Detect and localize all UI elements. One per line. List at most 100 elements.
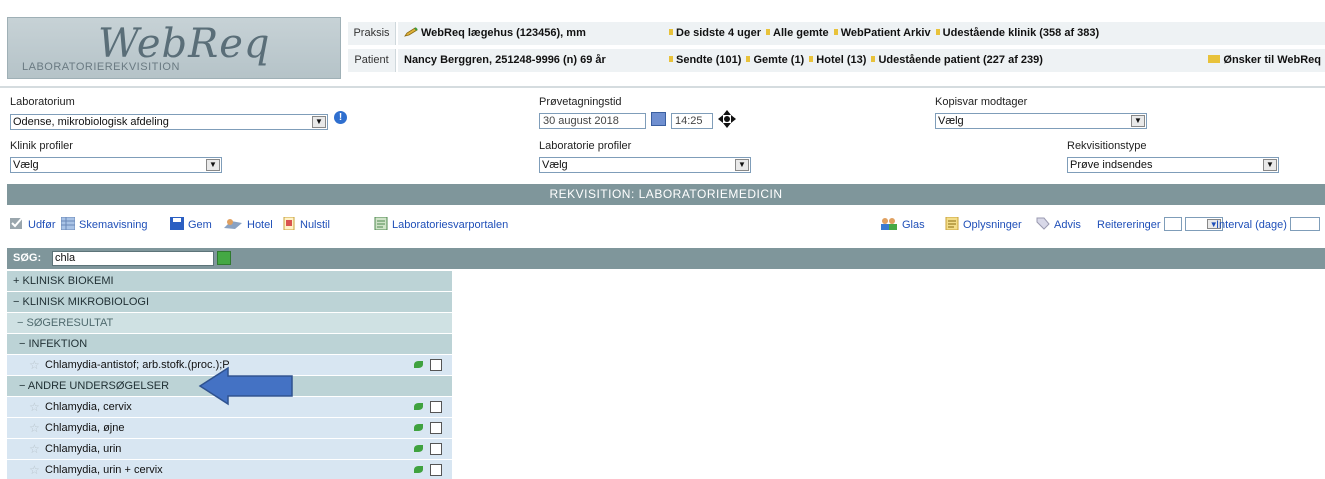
laboratorium-label: Laboratorium	[10, 96, 75, 108]
praksis-text: WebReq lægehus (123456), mm	[421, 27, 586, 39]
information-button[interactable]: Oplysninger	[945, 217, 1022, 231]
link-sent[interactable]: Sendte (101)	[676, 54, 741, 66]
list-item[interactable]: ☆ Chlamydia, urin	[7, 439, 452, 459]
list-item[interactable]: ☆ Chlamydia, urin + cervix	[7, 460, 452, 479]
patient-row: Patient Nancy Berggren, 251248-9996 (n) …	[348, 49, 1325, 72]
analysis-checkbox[interactable]	[430, 359, 442, 371]
interval-control: Interval (dage)	[1216, 217, 1320, 231]
chevron-down-icon: ▼	[1131, 115, 1145, 127]
kopisvar-value: Vælg	[938, 115, 964, 127]
klinik-profiler-select[interactable]: Vælg ▼	[10, 157, 222, 173]
glass-button[interactable]: Glas	[880, 217, 925, 231]
leaf-icon	[414, 466, 423, 473]
analysis-label: Chlamydia, cervix	[45, 401, 132, 413]
leaf-icon	[414, 361, 423, 368]
save-button[interactable]: Gem	[170, 217, 212, 231]
tree-node-search-result[interactable]: − SØGERESULTAT	[7, 313, 452, 333]
schema-view-button[interactable]: Skemavisning	[61, 217, 147, 231]
hotel-label: Hotel	[247, 219, 273, 231]
laboratorium-select[interactable]: Odense, mikrobiologisk afdeling ▼	[10, 114, 328, 130]
envelope-icon	[1208, 55, 1221, 63]
portal-icon	[374, 217, 388, 230]
time-adjust-icon[interactable]	[718, 110, 736, 128]
analysis-label: Chlamydia, urin + cervix	[45, 464, 163, 476]
wishes-link[interactable]: Ønsker til WebReq	[1208, 49, 1325, 72]
link-last-4-weeks[interactable]: De sidste 4 uger	[676, 27, 761, 39]
reset-button[interactable]: Nulstil	[282, 217, 330, 231]
laboratorium-value: Odense, mikrobiologisk afdeling	[13, 116, 169, 128]
toolbar: Udfør Skemavisning Gem Hotel Nulstil Lab…	[0, 207, 1325, 240]
laboratorie-profiler-select[interactable]: Vælg ▼	[539, 157, 751, 173]
link-outstanding-patient[interactable]: Udestående patient (227 af 239)	[878, 54, 1042, 66]
link-outstanding-clinic[interactable]: Udestående klinik (358 af 383)	[943, 27, 1100, 39]
link-all-saved[interactable]: Alle gemte	[773, 27, 829, 39]
annotation-arrow-icon	[198, 366, 293, 406]
checkmark-icon	[10, 217, 23, 229]
links-row-1: De sidste 4 uger Alle gemte WebPatient A…	[661, 22, 1325, 45]
save-label: Gem	[188, 219, 212, 231]
analysis-label: Chlamydia, urin	[45, 443, 122, 455]
link-hotel[interactable]: Hotel (13)	[816, 54, 866, 66]
advis-button[interactable]: Advis	[1036, 217, 1081, 231]
link-webpatient-archive[interactable]: WebPatient Arkiv	[841, 27, 931, 39]
info-icon[interactable]: !	[334, 111, 347, 124]
time-field[interactable]: 14:25	[671, 113, 713, 129]
wishes-label: Ønsker til WebReq	[1223, 54, 1321, 66]
tree-node-klinisk-biokemi[interactable]: + KLINISK BIOKEMI	[7, 271, 452, 291]
reiterations-input[interactable]	[1163, 217, 1182, 231]
praksis-value[interactable]: WebReq lægehus (123456), mm	[398, 22, 706, 45]
lab-answer-portal-link[interactable]: Laboratoriesvarportalen	[374, 217, 508, 231]
requisition-form: Laboratorium Odense, mikrobiologisk afde…	[0, 90, 1325, 183]
patient-value[interactable]: Nancy Berggren, 251248-9996 (n) 69 år	[398, 49, 706, 72]
star-icon[interactable]: ☆	[29, 401, 41, 413]
requisition-title: REKVISITION: LABORATORIEMEDICIN	[7, 184, 1325, 205]
bullet-icon	[669, 29, 673, 35]
date-field[interactable]: 30 august 2018	[539, 113, 646, 129]
chevron-down-icon: ▼	[1263, 159, 1277, 171]
klinik-profiler-value: Vælg	[13, 159, 39, 171]
praksis-label: Praksis	[348, 22, 396, 45]
rekvisitionstype-select[interactable]: Prøve indsendes ▼	[1067, 157, 1279, 173]
interval-input[interactable]	[1290, 217, 1320, 231]
praksis-row: Praksis WebReq lægehus (123456), mm De s…	[348, 22, 1325, 45]
glass-people-icon	[881, 218, 897, 230]
hotel-button[interactable]: Hotel	[223, 217, 273, 231]
chevron-down-icon: ▼	[735, 159, 749, 171]
leaf-icon	[414, 403, 423, 410]
floppy-disk-icon	[170, 217, 184, 230]
analysis-checkbox[interactable]	[430, 401, 442, 413]
table-icon	[61, 217, 75, 230]
star-icon[interactable]: ☆	[29, 422, 41, 434]
tree-node-klinisk-mikrobiologi[interactable]: − KLINISK MIKROBIOLOGI	[7, 292, 452, 312]
interval-label: Interval (dage)	[1216, 219, 1287, 231]
bullet-icon	[746, 56, 751, 62]
star-icon[interactable]: ☆	[29, 464, 41, 476]
webreq-logo[interactable]: WebReq LABORATORIEREKVISITION	[7, 17, 341, 79]
reset-label: Nulstil	[300, 219, 330, 231]
tree-node-infektion[interactable]: − INFEKTION	[7, 334, 452, 354]
search-input[interactable]: chla	[52, 251, 214, 266]
list-item[interactable]: ☆ Chlamydia, øjne	[7, 418, 452, 438]
patient-label: Patient	[348, 49, 396, 72]
analysis-checkbox[interactable]	[430, 443, 442, 455]
advis-label: Advis	[1054, 219, 1081, 231]
links-row-2: Sendte (101) Gemte (1) Hotel (13) Udestå…	[661, 49, 1325, 72]
calendar-icon[interactable]	[651, 112, 666, 126]
glass-label: Glas	[902, 219, 925, 231]
kopisvar-select[interactable]: Vælg ▼	[935, 113, 1147, 129]
kopisvar-label: Kopisvar modtager	[935, 96, 1028, 108]
execute-button[interactable]: Udfør	[10, 217, 56, 231]
bullet-icon	[833, 29, 838, 35]
bullet-icon	[669, 56, 673, 62]
reiterations-label: Reitereringer	[1097, 219, 1161, 231]
logo-subtitle: LABORATORIEREKVISITION	[22, 61, 180, 73]
star-icon[interactable]: ☆	[29, 443, 41, 455]
analysis-checkbox[interactable]	[430, 464, 442, 476]
link-saved[interactable]: Gemte (1)	[753, 54, 804, 66]
star-icon[interactable]: ☆	[29, 359, 41, 371]
search-go-icon[interactable]	[217, 251, 231, 265]
chevron-down-icon: ▼	[312, 116, 326, 128]
analysis-checkbox[interactable]	[430, 422, 442, 434]
search-bar: SØG: chla	[7, 248, 1325, 269]
chevron-down-icon: ▼	[206, 159, 220, 171]
